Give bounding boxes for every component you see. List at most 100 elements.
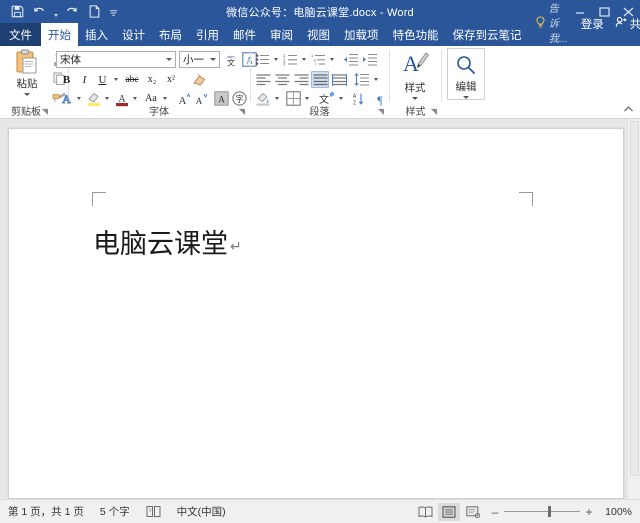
strikethrough-button[interactable]: abc <box>122 71 142 88</box>
line-spacing-dropdown-icon[interactable] <box>371 71 380 88</box>
tab-home[interactable]: 开始 <box>41 23 78 46</box>
clipboard-dialog-launcher[interactable]: ◥ <box>40 107 50 117</box>
view-print-layout-icon[interactable] <box>438 503 460 521</box>
word-count[interactable]: 5 个字 <box>92 504 138 519</box>
zoom-level[interactable]: 100% <box>600 506 632 518</box>
tab-insert[interactable]: 插入 <box>78 23 115 46</box>
font-color-dropdown-icon[interactable] <box>130 90 139 107</box>
editing-button[interactable]: 编辑 <box>447 48 485 100</box>
align-right-icon[interactable] <box>292 71 310 88</box>
styles-label: 样式 <box>405 80 426 95</box>
collapse-ribbon-icon[interactable] <box>621 102 635 116</box>
zoom-slider[interactable]: – + <box>491 505 593 519</box>
justify-icon[interactable] <box>311 71 329 88</box>
tab-review[interactable]: 审阅 <box>263 23 300 46</box>
bold-button[interactable]: B <box>58 71 75 88</box>
document-body-text[interactable]: 电脑云课堂↵ <box>93 222 242 261</box>
bullets-icon[interactable] <box>254 51 271 67</box>
tab-mailings[interactable]: 邮件 <box>226 23 263 46</box>
enclose-character-icon[interactable]: 字 <box>231 90 248 107</box>
borders-dropdown-icon[interactable] <box>302 90 311 107</box>
svg-text:A: A <box>179 95 187 106</box>
share-button[interactable]: 共享 <box>611 16 640 32</box>
styles-dialog-launcher[interactable]: ◥ <box>429 107 439 117</box>
numbering-dropdown-icon[interactable] <box>299 51 308 67</box>
scrollbar-thumb[interactable] <box>630 121 639 476</box>
align-center-icon[interactable] <box>273 71 291 88</box>
paragraph-dialog-launcher[interactable]: ◥ <box>376 107 386 117</box>
distribute-icon[interactable] <box>330 71 348 88</box>
show-formatting-marks-icon[interactable]: ¶ <box>371 90 388 107</box>
tab-layout[interactable]: 布局 <box>152 23 189 46</box>
language-indicator[interactable]: 中文(中国) <box>169 504 234 519</box>
sort-icon[interactable]: AZ <box>351 90 369 107</box>
zoom-thumb[interactable] <box>548 506 551 517</box>
superscript-button[interactable]: x² <box>162 71 180 88</box>
font-size-combo[interactable]: 小一 <box>179 51 220 68</box>
undo-dropdown-icon[interactable] <box>51 2 60 21</box>
proofing-icon[interactable] <box>138 505 169 518</box>
multilevel-dropdown-icon[interactable] <box>327 51 336 67</box>
editing-dropdown-icon[interactable] <box>463 96 469 99</box>
asian-layout-icon[interactable]: 文 <box>317 90 336 107</box>
asian-layout-dropdown-icon[interactable] <box>336 90 345 107</box>
ribbon-group-styles: A 样式 样式 ◥ <box>391 46 440 119</box>
tab-addins[interactable]: 加载项 <box>337 23 386 46</box>
numbering-icon[interactable]: 123 <box>282 51 299 67</box>
redo-icon[interactable] <box>62 2 82 21</box>
tab-save-to-cloud-notes[interactable]: 保存到云笔记 <box>446 23 529 46</box>
shading-dropdown-icon[interactable] <box>272 90 281 107</box>
increase-indent-icon[interactable] <box>361 51 379 67</box>
clear-formatting-icon[interactable] <box>190 71 209 88</box>
decrease-indent-icon[interactable] <box>342 51 360 67</box>
tell-me-box[interactable]: 告诉我... <box>529 1 574 46</box>
text-effects-icon[interactable]: A <box>57 90 75 107</box>
tab-design[interactable]: 设计 <box>115 23 152 46</box>
italic-button[interactable]: I <box>76 71 93 88</box>
save-icon[interactable] <box>7 2 27 21</box>
vertical-scrollbar[interactable] <box>627 119 640 499</box>
view-web-layout-icon[interactable] <box>462 503 484 521</box>
tab-special-features[interactable]: 特色功能 <box>386 23 446 46</box>
tab-view[interactable]: 视图 <box>300 23 337 46</box>
document-page[interactable]: 电脑云课堂↵ <box>8 128 624 499</box>
page-indicator[interactable]: 第 1 页，共 1 页 <box>0 504 92 519</box>
line-spacing-icon[interactable] <box>353 71 371 88</box>
tab-references[interactable]: 引用 <box>189 23 226 46</box>
view-read-mode-icon[interactable] <box>414 503 436 521</box>
font-size-chevron-down-icon[interactable] <box>210 58 216 61</box>
highlight-dropdown-icon[interactable] <box>102 90 111 107</box>
shrink-font-icon[interactable]: A <box>193 90 209 107</box>
text-effects-dropdown-icon[interactable] <box>74 90 83 107</box>
styles-button[interactable]: A 样式 <box>395 48 435 104</box>
phonetic-guide-icon[interactable]: wén文 <box>222 51 239 68</box>
grow-font-icon[interactable]: A <box>176 90 192 107</box>
change-case-dropdown-icon[interactable] <box>160 90 169 107</box>
font-name-chevron-down-icon[interactable] <box>166 58 172 61</box>
tab-file[interactable]: 文件 <box>0 23 41 46</box>
paste-button[interactable]: 粘贴 <box>6 49 48 103</box>
zoom-track[interactable] <box>504 507 580 517</box>
change-case-button[interactable]: Aa <box>141 90 161 107</box>
character-shading-icon[interactable]: A <box>213 90 230 107</box>
underline-button[interactable]: U <box>94 71 111 88</box>
highlight-color-icon[interactable] <box>85 90 103 107</box>
font-color-icon[interactable]: A <box>113 90 131 107</box>
undo-icon[interactable] <box>29 2 49 21</box>
sign-in-button[interactable]: 登录 <box>574 16 611 32</box>
align-left-icon[interactable] <box>254 71 272 88</box>
new-document-icon[interactable] <box>84 2 104 21</box>
zoom-in-button[interactable]: + <box>585 505 593 519</box>
bullets-dropdown-icon[interactable] <box>271 51 280 67</box>
font-dialog-launcher[interactable]: ◥ <box>237 107 247 117</box>
borders-icon[interactable] <box>284 90 302 107</box>
multilevel-list-icon[interactable]: 1ai <box>310 51 327 67</box>
subscript-button[interactable]: x₂ <box>143 71 161 88</box>
font-name-combo[interactable]: 宋体 <box>56 51 176 68</box>
underline-dropdown-icon[interactable] <box>111 71 120 88</box>
paste-dropdown-icon[interactable] <box>24 93 30 96</box>
shading-icon[interactable] <box>254 90 272 107</box>
zoom-out-button[interactable]: – <box>491 505 499 519</box>
styles-dropdown-icon[interactable] <box>412 97 418 100</box>
customize-qat-icon[interactable] <box>109 2 118 21</box>
